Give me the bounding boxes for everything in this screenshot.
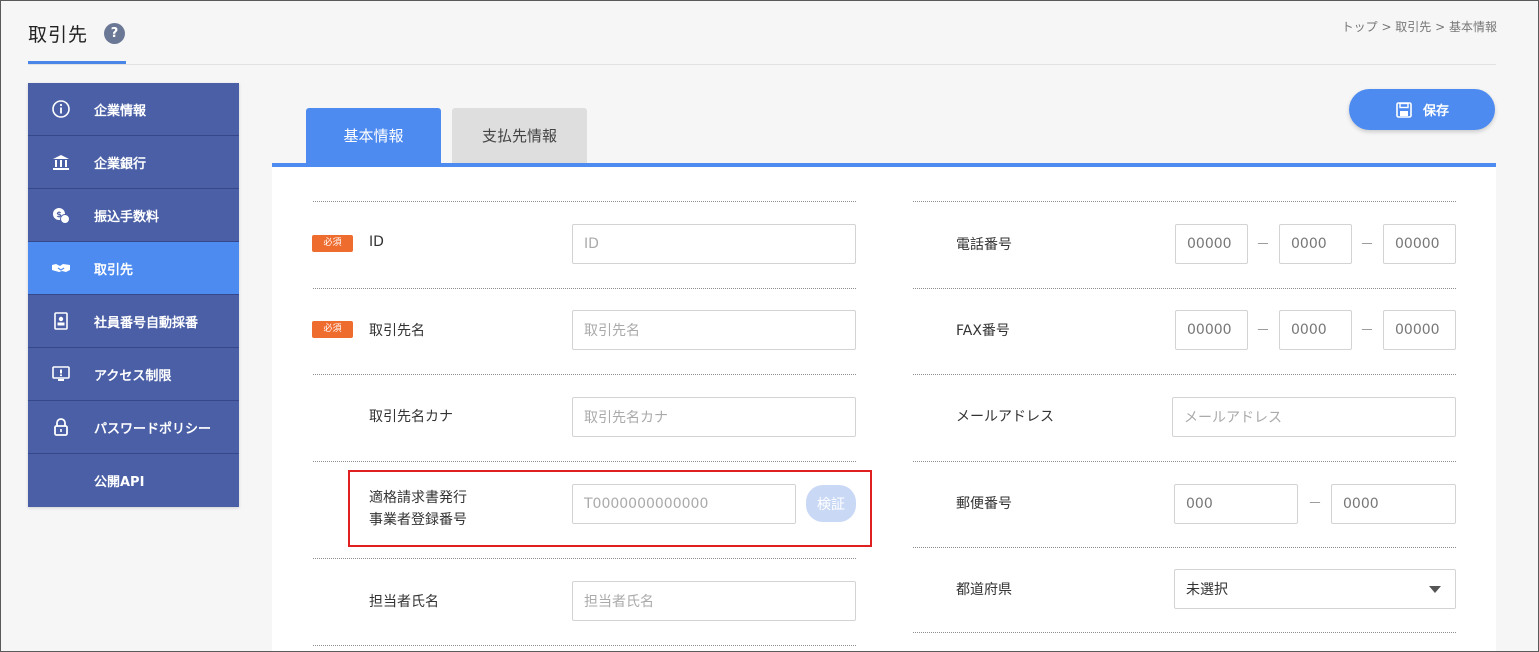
id-input[interactable]: ID (572, 224, 856, 264)
tab-payment-info[interactable]: 支払先情報 (452, 108, 587, 163)
sidebar-item-company-info[interactable]: 企業情報 (28, 83, 239, 136)
prefecture-select[interactable]: 未選択 (1174, 569, 1456, 609)
contact-name-label: 担当者氏名 (369, 594, 439, 610)
divider (913, 632, 1456, 633)
fax-part3-input[interactable]: 00000 (1383, 310, 1456, 350)
sidebar-item-password-policy[interactable]: パスワードポリシー (28, 401, 239, 454)
divider (913, 374, 1456, 375)
sidebar-item-access-control[interactable]: アクセス制限 (28, 348, 239, 401)
client-kana-label: 取引先名カナ (369, 409, 453, 425)
divider (313, 461, 856, 462)
sidebar-item-label: 振込手数料 (94, 209, 160, 225)
dash: － (1360, 323, 1374, 339)
dash: － (1308, 496, 1322, 512)
sidebar-item-clients[interactable]: 取引先 (28, 242, 239, 295)
money-icon: $ (28, 205, 94, 225)
phone-part1-input[interactable]: 00000 (1175, 224, 1248, 264)
sidebar-item-transfer-fee[interactable]: $ 振込手数料 (28, 189, 239, 242)
monitor-icon (28, 364, 94, 384)
handshake-icon (28, 258, 94, 278)
required-badge: 必須 (312, 321, 353, 338)
sidebar-item-label: アクセス制限 (94, 368, 172, 384)
divider (913, 547, 1456, 548)
info-icon (28, 99, 94, 119)
dash: － (1256, 323, 1270, 339)
lock-icon (28, 417, 94, 437)
sidebar-item-company-bank[interactable]: 企業銀行 (28, 136, 239, 189)
save-label: 保存 (1422, 104, 1449, 119)
postal-part1-input[interactable]: 000 (1174, 484, 1298, 524)
required-badge: 必須 (312, 235, 353, 252)
sidebar-item-label: パスワードポリシー (94, 421, 212, 437)
divider (313, 288, 856, 289)
divider (313, 645, 856, 646)
prefecture-selected-value: 未選択 (1186, 582, 1228, 598)
sidebar-item-employee-number[interactable]: 社員番号自動採番 (28, 295, 239, 348)
divider (913, 288, 1456, 289)
sidebar-item-label: 公開API (94, 475, 145, 490)
divider (313, 374, 856, 375)
client-name-label: 取引先名 (369, 323, 425, 339)
help-icon[interactable]: ? (104, 23, 125, 44)
sidebar-item-label: 社員番号自動採番 (94, 315, 199, 331)
divider (913, 201, 1456, 202)
save-icon (1396, 101, 1412, 118)
sidebar-item-label: 企業情報 (94, 103, 147, 119)
page-title: 取引先 (28, 24, 89, 46)
client-name-input[interactable]: 取引先名 (572, 310, 856, 350)
phone-label: 電話番号 (956, 237, 1012, 253)
divider (313, 201, 856, 202)
phone-part2-input[interactable]: 0000 (1279, 224, 1352, 264)
postal-part2-input[interactable]: 0000 (1331, 484, 1456, 524)
id-label: ID (369, 234, 384, 250)
sidebar: 企業情報 企業銀行 $ 振込手数料 取引先 社員番号自動採番 アクセス制限 パス… (28, 83, 239, 507)
phone-part3-input[interactable]: 00000 (1383, 224, 1456, 264)
email-input[interactable]: メールアドレス (1172, 397, 1456, 437)
postal-code-label: 郵便番号 (956, 496, 1012, 512)
id-card-icon (28, 311, 94, 331)
prefecture-label: 都道府県 (956, 582, 1012, 598)
chevron-down-icon (1429, 586, 1441, 593)
client-kana-input[interactable]: 取引先名カナ (572, 397, 856, 437)
contact-name-input[interactable]: 担当者氏名 (572, 581, 856, 621)
tab-basic-info[interactable]: 基本情報 (306, 108, 441, 163)
sidebar-item-public-api[interactable]: 公開API (28, 454, 239, 507)
divider (313, 558, 856, 559)
divider (913, 461, 1456, 462)
fax-part2-input[interactable]: 0000 (1279, 310, 1352, 350)
highlight-box (348, 470, 872, 547)
email-label: メールアドレス (956, 409, 1054, 425)
save-button[interactable]: 保存 (1349, 89, 1495, 130)
sidebar-item-label: 企業銀行 (94, 156, 147, 172)
dash: － (1256, 237, 1270, 253)
fax-label: FAX番号 (956, 323, 1010, 339)
dash: － (1360, 237, 1374, 253)
header-divider (28, 64, 1496, 65)
sidebar-item-label: 取引先 (94, 262, 134, 278)
bank-icon (28, 152, 94, 172)
breadcrumb: トップ > 取引先 > 基本情報 (1341, 20, 1497, 34)
fax-part1-input[interactable]: 00000 (1175, 310, 1248, 350)
